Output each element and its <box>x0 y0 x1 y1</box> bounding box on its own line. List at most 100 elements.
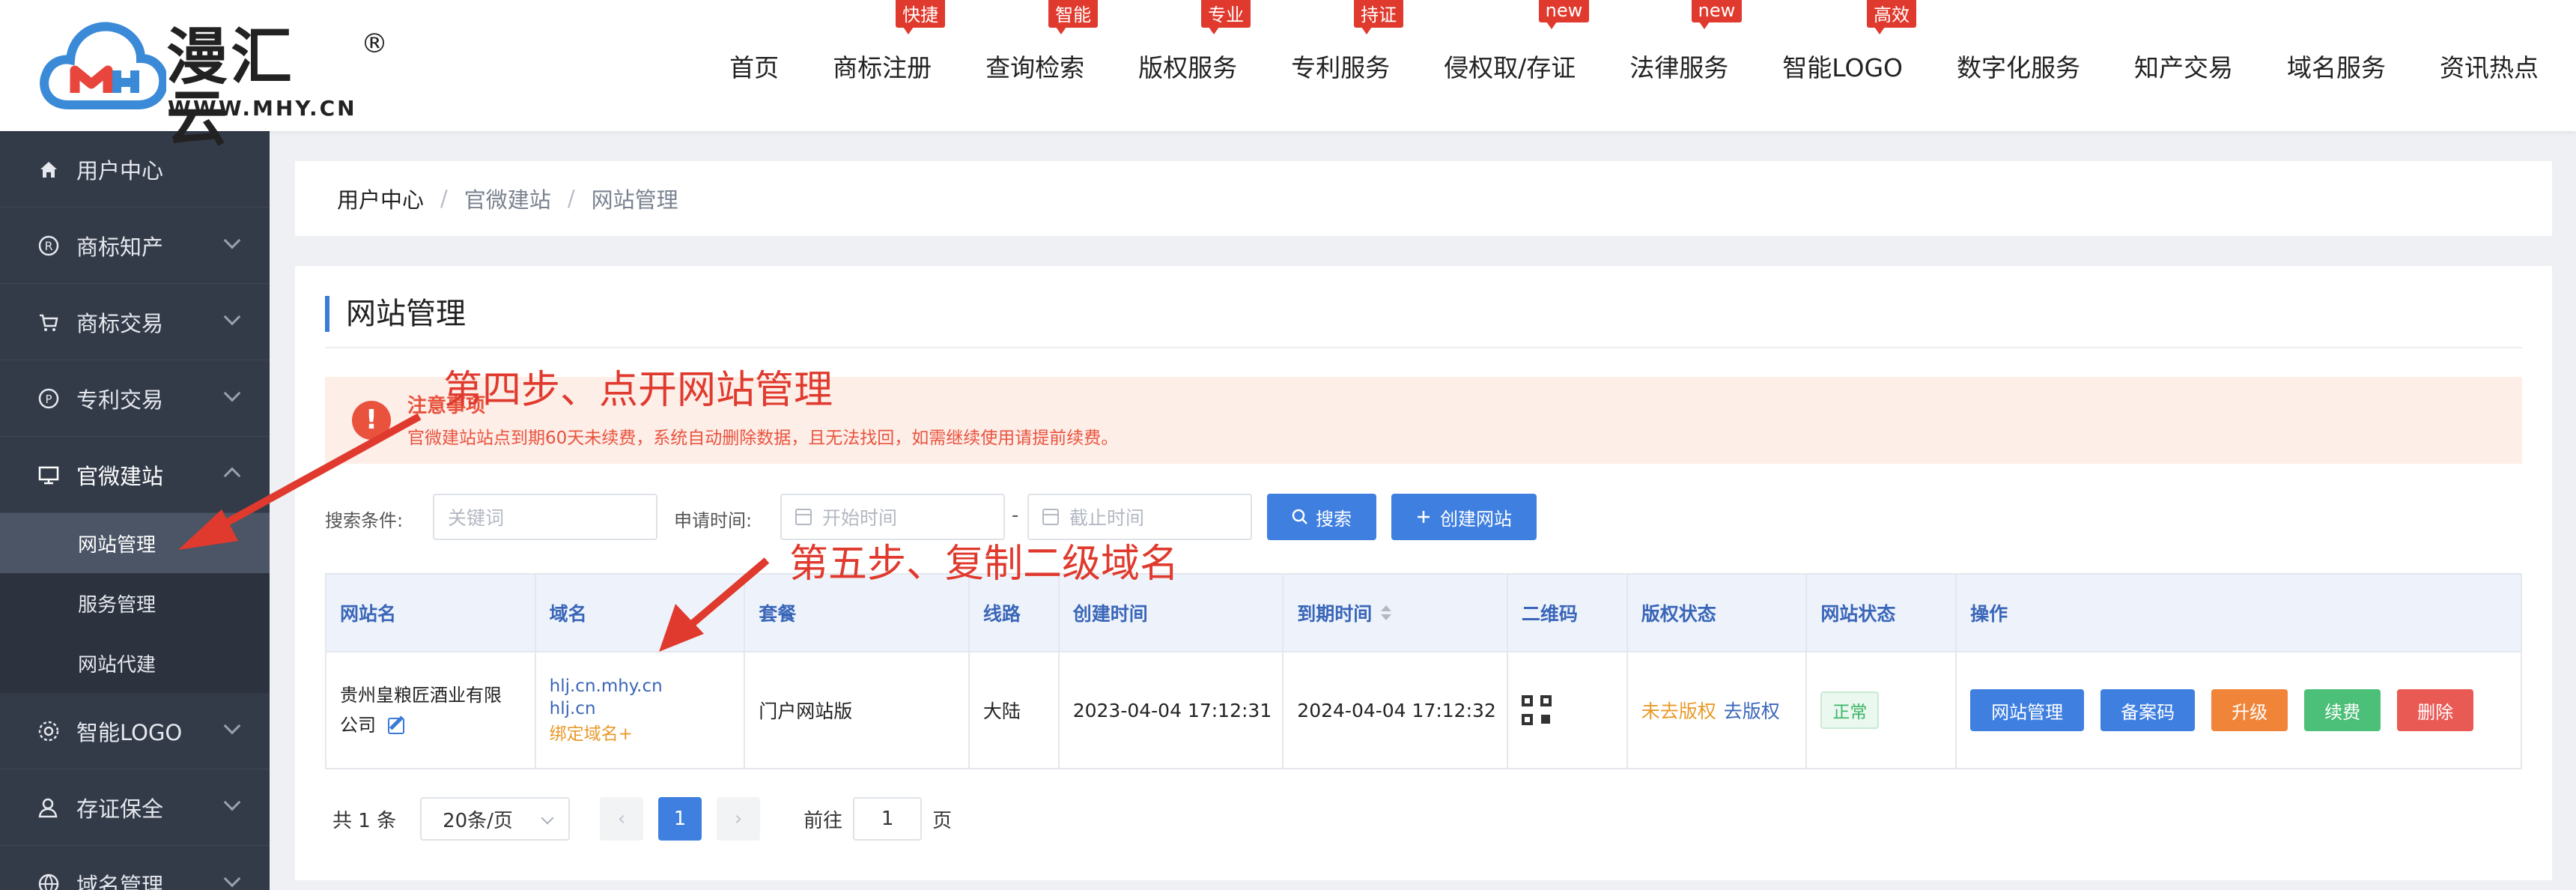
nav-search[interactable]: 查询检索 智能 <box>985 0 1099 84</box>
nav-ip-trade[interactable]: 知产交易 <box>2134 48 2233 84</box>
delete-button[interactable]: 删除 <box>2397 689 2474 731</box>
record-code-button[interactable]: 备案码 <box>2100 689 2196 731</box>
start-time-placeholder: 开始时间 <box>822 507 898 529</box>
prev-page-button[interactable]: ‹ <box>600 797 644 841</box>
svg-text:P: P <box>45 393 52 406</box>
page-number-button[interactable]: 1 <box>658 797 702 841</box>
notice-text: 官微建站站点到期60天未续费，系统自动删除数据，且无法找回，如需继续使用请提前续… <box>407 429 1119 448</box>
date-range-dash: - <box>1012 504 1019 527</box>
sort-icon[interactable] <box>1381 605 1392 620</box>
home-icon <box>36 157 61 182</box>
upgrade-button[interactable]: 升级 <box>2211 689 2288 731</box>
annotation-step5: 第五步、复制二级域名 <box>789 542 1179 587</box>
domain-link-primary[interactable]: hlj.cn.mhy.cn <box>550 675 663 697</box>
col-actions: 操作 <box>1970 603 2008 625</box>
domain-link-secondary[interactable]: hlj.cn <box>550 697 663 720</box>
plus-icon <box>1418 511 1430 523</box>
create-website-label: 创建网站 <box>1440 508 1512 530</box>
breadcrumb-website-manage: 网站管理 <box>591 187 678 213</box>
bind-domain-link[interactable]: 绑定域名+ <box>550 723 663 745</box>
nav-patent[interactable]: 专利服务 持证 <box>1291 0 1404 84</box>
cell-created: 2023-04-04 17:12:31 <box>1060 653 1284 768</box>
remove-copyright-link[interactable]: 去版权 <box>1724 697 1780 724</box>
chevron-down-icon <box>223 384 241 402</box>
sidebar-item-label: 域名管理 <box>76 872 164 890</box>
page-title: 网站管理 <box>325 296 466 332</box>
col-expires[interactable]: 到期时间 <box>1284 575 1508 651</box>
nav-badge: 高效 <box>1867 0 1916 34</box>
keyword-input[interactable]: 关键词 <box>433 494 657 540</box>
renew-button[interactable]: 续费 <box>2304 689 2381 731</box>
website-manage-button[interactable]: 网站管理 <box>1970 689 2085 731</box>
globe-icon <box>36 871 61 890</box>
cloud-logo-icon <box>40 22 166 109</box>
nav-badge: 专业 <box>1201 0 1251 34</box>
nav-badge: new <box>1538 0 1590 29</box>
search-button-label: 搜索 <box>1316 508 1352 530</box>
create-website-button[interactable]: 创建网站 <box>1391 494 1537 540</box>
cell-actions: 网站管理 备案码 升级 续费 删除 <box>1957 653 2521 768</box>
sidebar-item-trademark-trade[interactable]: 商标交易 <box>0 284 270 360</box>
goto-page-input[interactable]: 1 <box>853 797 923 841</box>
nav-badge: new <box>1691 0 1743 29</box>
nav-home[interactable]: 首页 <box>729 48 779 84</box>
edit-icon[interactable] <box>387 718 404 734</box>
sidebar-item-website-builder[interactable]: 官微建站 <box>0 437 270 513</box>
cell-expires: 2024-04-04 17:12:32 <box>1284 653 1508 768</box>
breadcrumb-user-center[interactable]: 用户中心 <box>337 183 424 214</box>
keyword-placeholder: 关键词 <box>448 507 505 529</box>
calendar-icon <box>1042 509 1059 525</box>
chevron-down-icon <box>223 717 241 735</box>
nav-domain[interactable]: 域名服务 <box>2287 48 2386 84</box>
sidebar-item-label: 存证保全 <box>76 796 164 822</box>
copyright-status: 未去版权 <box>1641 700 1716 722</box>
nav-copyright[interactable]: 版权服务 专业 <box>1138 0 1251 84</box>
col-site-status: 网站状态 <box>1807 575 1957 651</box>
cell-site-status: 正常 <box>1807 653 1957 768</box>
col-site-name: 网站名 <box>326 575 536 651</box>
cell-package: 门户网站版 <box>745 653 970 768</box>
top-header: 漫汇云 ® WWW.MHY.CN 首页 商标注册 快捷 查询检索 智能 版权服务 专业… <box>0 0 2576 150</box>
nav-badge: 持证 <box>1354 0 1404 34</box>
search-button[interactable]: 搜索 <box>1267 494 1376 540</box>
nav-news[interactable]: 资讯热点 <box>2440 48 2539 84</box>
qrcode-icon[interactable] <box>1521 695 1552 725</box>
sidebar-item-patent-trade[interactable]: P 专利交易 <box>0 360 270 437</box>
site-name-text: 贵州皇粮匠酒业有限公司 <box>340 685 502 736</box>
sidebar-item-smart-logo[interactable]: 智能LOGO <box>0 693 270 769</box>
annotation-step4: 第四步、点开网站管理 <box>443 368 833 413</box>
nav-legal[interactable]: 法律服务 new <box>1629 0 1743 84</box>
col-domain: 域名 <box>536 575 746 651</box>
sidebar-subitem-website-build[interactable]: 网站代建 <box>0 633 270 693</box>
logo-registered-mark: ® <box>361 28 388 59</box>
cell-qrcode <box>1508 653 1628 768</box>
alert-icon: ! <box>352 401 391 440</box>
calendar-icon <box>795 509 812 525</box>
page-size-select[interactable]: 20条/页 <box>420 797 571 841</box>
cell-copyright: 未去版权 去版权 <box>1628 653 1808 768</box>
sidebar-item-domain-manage[interactable]: 域名管理 <box>0 846 270 890</box>
next-page-button[interactable]: › <box>717 797 761 841</box>
chevron-down-icon <box>223 231 241 249</box>
cell-site-name: 贵州皇粮匠酒业有限公司 <box>326 653 536 768</box>
main-nav: 首页 商标注册 快捷 查询检索 智能 版权服务 专业 专利服务 持证 侵权取/存证 new… <box>729 0 2539 131</box>
svg-text:R: R <box>44 239 52 253</box>
page-size-value: 20条/页 <box>443 809 513 832</box>
nav-digital[interactable]: 数字化服务 <box>1957 48 2080 84</box>
nav-trademark-register[interactable]: 商标注册 快捷 <box>833 0 946 84</box>
site-logo[interactable]: 漫汇云 ® WWW.MHY.CN <box>39 15 388 150</box>
col-qrcode: 二维码 <box>1508 575 1628 651</box>
sidebar-item-label: 商标知产 <box>76 234 164 260</box>
sidebar-item-label: 商标交易 <box>76 310 164 336</box>
breadcrumb-website-builder[interactable]: 官微建站 <box>464 183 551 214</box>
nav-badge: 快捷 <box>896 0 946 34</box>
sidebar-item-trademark-ip[interactable]: R 商标知产 <box>0 208 270 284</box>
sidebar-item-label: 智能LOGO <box>76 719 183 745</box>
nav-evidence[interactable]: 侵权取/存证 new <box>1444 0 1590 84</box>
nav-smart-logo[interactable]: 智能LOGO 高效 <box>1782 0 1916 84</box>
table-row: 贵州皇粮匠酒业有限公司 hlj.cn.mhy.cn hlj.cn 绑定域名+ 门… <box>326 653 2521 768</box>
sidebar-item-evidence[interactable]: 存证保全 <box>0 769 270 846</box>
sidebar-subitem-service-manage[interactable]: 服务管理 <box>0 573 270 633</box>
nav-badge: 智能 <box>1048 0 1099 34</box>
sidebar-subitem-website-manage[interactable]: 网站管理 <box>0 513 270 573</box>
